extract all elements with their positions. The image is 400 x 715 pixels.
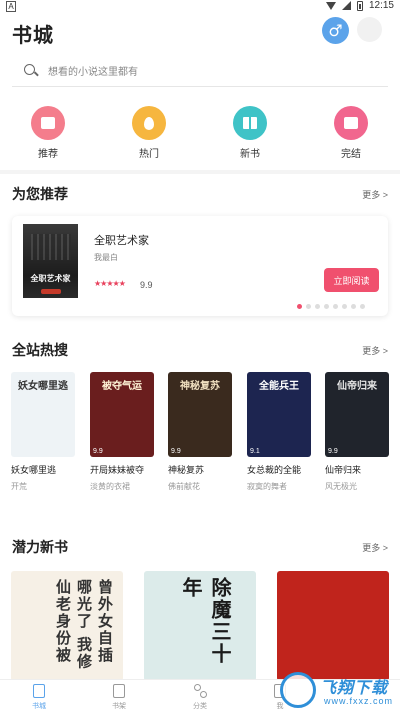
book-author: 我最白: [94, 253, 118, 262]
category-hot[interactable]: 热门: [119, 106, 179, 160]
cover-score: 9.9: [328, 448, 338, 455]
male-icon: ♂: [328, 21, 343, 40]
book-author: 风无极光: [325, 482, 357, 491]
carousel-dot[interactable]: [360, 304, 365, 309]
book-title: 神秘复苏: [168, 465, 205, 475]
hot-book-list: 妖女哪里逃 妖女哪里逃 开荒 被夺气运 9.9 开局妹妹被夺 淡黄的衣裙 神秘复…: [0, 372, 400, 497]
book-author: 开荒: [11, 482, 27, 491]
cover-title: 全职艺术家: [30, 274, 71, 283]
new-book-cover[interactable]: 除魔三十年: [144, 571, 256, 681]
book-author: 寂寞的舞者: [247, 482, 287, 491]
book-title: 女总裁的全能: [247, 465, 302, 475]
hot-book-item[interactable]: 仙帝归来 9.9 仙帝归来 风无极光: [325, 372, 389, 492]
male-channel-button[interactable]: ♂: [322, 17, 349, 44]
nav-category[interactable]: 分类: [175, 684, 225, 711]
category-nav: 推荐 热门 新书 完结: [0, 106, 400, 160]
cover-title: 神秘复苏: [180, 381, 220, 392]
new-books-section-title: 潜力新书: [12, 539, 68, 555]
watermark-url: www.fxxz.com: [324, 696, 394, 706]
book-title: 妖女哪里逃: [11, 465, 57, 475]
book-cover[interactable]: 被夺气运 9.9: [90, 372, 154, 457]
carousel-dot[interactable]: [315, 304, 320, 309]
book-cover[interactable]: 全能兵王 9.1: [247, 372, 311, 457]
status-time: 12:15: [368, 0, 394, 11]
read-now-button[interactable]: 立即阅读: [324, 268, 379, 292]
nav-label: 书架: [112, 703, 126, 710]
carousel-dot[interactable]: [333, 304, 338, 309]
cover-score: 9.1: [250, 448, 260, 455]
hot-book-item[interactable]: 神秘复苏 9.9 神秘复苏 佛前献花: [168, 372, 232, 492]
category-label: 热门: [139, 149, 159, 160]
watermark-logo: 飞翔下载 www.fxxz.com: [280, 670, 400, 715]
book-author: 淡黄的衣裙: [90, 482, 130, 491]
cover-title: 曾外女自插哪光了 我修仙老身份被: [54, 579, 113, 671]
hot-book-item[interactable]: 被夺气运 9.9 开局妹妹被夺 淡黄的衣裙: [90, 372, 154, 492]
signal-icon: [341, 1, 351, 10]
watermark-text: 飞翔下载: [320, 680, 389, 697]
category-label: 完结: [341, 149, 361, 160]
carousel-dot[interactable]: [324, 304, 329, 309]
battery-icon: [356, 0, 363, 11]
female-channel-button[interactable]: [357, 17, 382, 42]
rating-score: 9.9: [140, 280, 153, 290]
hot-more-link[interactable]: 更多 >: [362, 344, 388, 357]
category-recommend[interactable]: 推荐: [18, 106, 78, 160]
book-icon: [233, 106, 267, 140]
cover-title: 被夺气运: [102, 381, 142, 392]
book-cover[interactable]: 全职艺术家: [23, 224, 78, 298]
carousel-dot[interactable]: [351, 304, 356, 309]
nav-bookstore[interactable]: 书城: [14, 684, 64, 711]
status-bar: A 12:15: [0, 0, 400, 14]
book-cover[interactable]: 妖女哪里逃: [11, 372, 75, 457]
recommend-more-link[interactable]: 更多 >: [362, 188, 388, 201]
cover-title: 妖女哪里逃: [18, 381, 68, 392]
watermark-icon: [280, 672, 316, 708]
recommend-icon: [31, 106, 65, 140]
cover-title: 全能兵王: [259, 381, 299, 392]
book-cover[interactable]: 神秘复苏 9.9: [168, 372, 232, 457]
book-cover[interactable]: 仙帝归来 9.9: [325, 372, 389, 457]
new-book-list: 曾外女自插哪光了 我修仙老身份被 除魔三十年: [0, 571, 400, 681]
search-input[interactable]: 想看的小说这里都有: [48, 63, 138, 78]
nav-label: 分类: [193, 703, 207, 710]
search-bar[interactable]: 想看的小说这里都有: [12, 55, 388, 87]
page-title: 书城: [12, 25, 54, 47]
nav-label: 书城: [32, 703, 46, 710]
category-finished[interactable]: 完结: [321, 106, 381, 160]
nav-bookshelf[interactable]: 书架: [94, 684, 144, 711]
new-book-cover[interactable]: [277, 571, 389, 681]
category-label: 新书: [240, 149, 260, 160]
rating-stars: ★★★★★: [94, 279, 126, 288]
hot-book-item[interactable]: 全能兵王 9.1 女总裁的全能 寂寞的舞者: [247, 372, 311, 492]
book-title[interactable]: 全职艺术家: [94, 232, 149, 248]
recommend-card[interactable]: 全职艺术家 全职艺术家 我最白 ★★★★★ 9.9 立即阅读: [12, 216, 388, 316]
cover-title: 除魔三十年: [179, 577, 230, 665]
hot-book-item[interactable]: 妖女哪里逃 妖女哪里逃 开荒: [11, 372, 75, 492]
category-new[interactable]: 新书: [220, 106, 280, 160]
book-author: 佛前献花: [168, 482, 200, 491]
cover-title: 仙帝归来: [337, 381, 377, 392]
carousel-indicator: [297, 304, 365, 309]
cover-score: 9.9: [171, 448, 181, 455]
bookshelf-icon: [113, 684, 125, 698]
bookstore-icon: [33, 684, 45, 698]
section-divider: [0, 170, 400, 174]
finished-icon: [334, 106, 368, 140]
grid-icon: [194, 684, 207, 698]
carousel-dot[interactable]: [342, 304, 347, 309]
carousel-dot[interactable]: [297, 304, 302, 309]
status-badge: A: [6, 1, 16, 12]
flame-icon: [132, 106, 166, 140]
new-book-cover[interactable]: 曾外女自插哪光了 我修仙老身份被: [11, 571, 123, 681]
book-title: 仙帝归来: [325, 465, 362, 475]
new-books-more-link[interactable]: 更多 >: [362, 541, 388, 554]
hot-section-title: 全站热搜: [12, 342, 68, 358]
carousel-dot[interactable]: [306, 304, 311, 309]
category-label: 推荐: [38, 149, 58, 160]
search-icon: [24, 63, 38, 78]
book-title: 开局妹妹被夺: [90, 465, 145, 475]
wifi-icon: [325, 1, 336, 10]
cover-score: 9.9: [93, 448, 103, 455]
recommend-section-title: 为您推荐: [12, 186, 68, 202]
